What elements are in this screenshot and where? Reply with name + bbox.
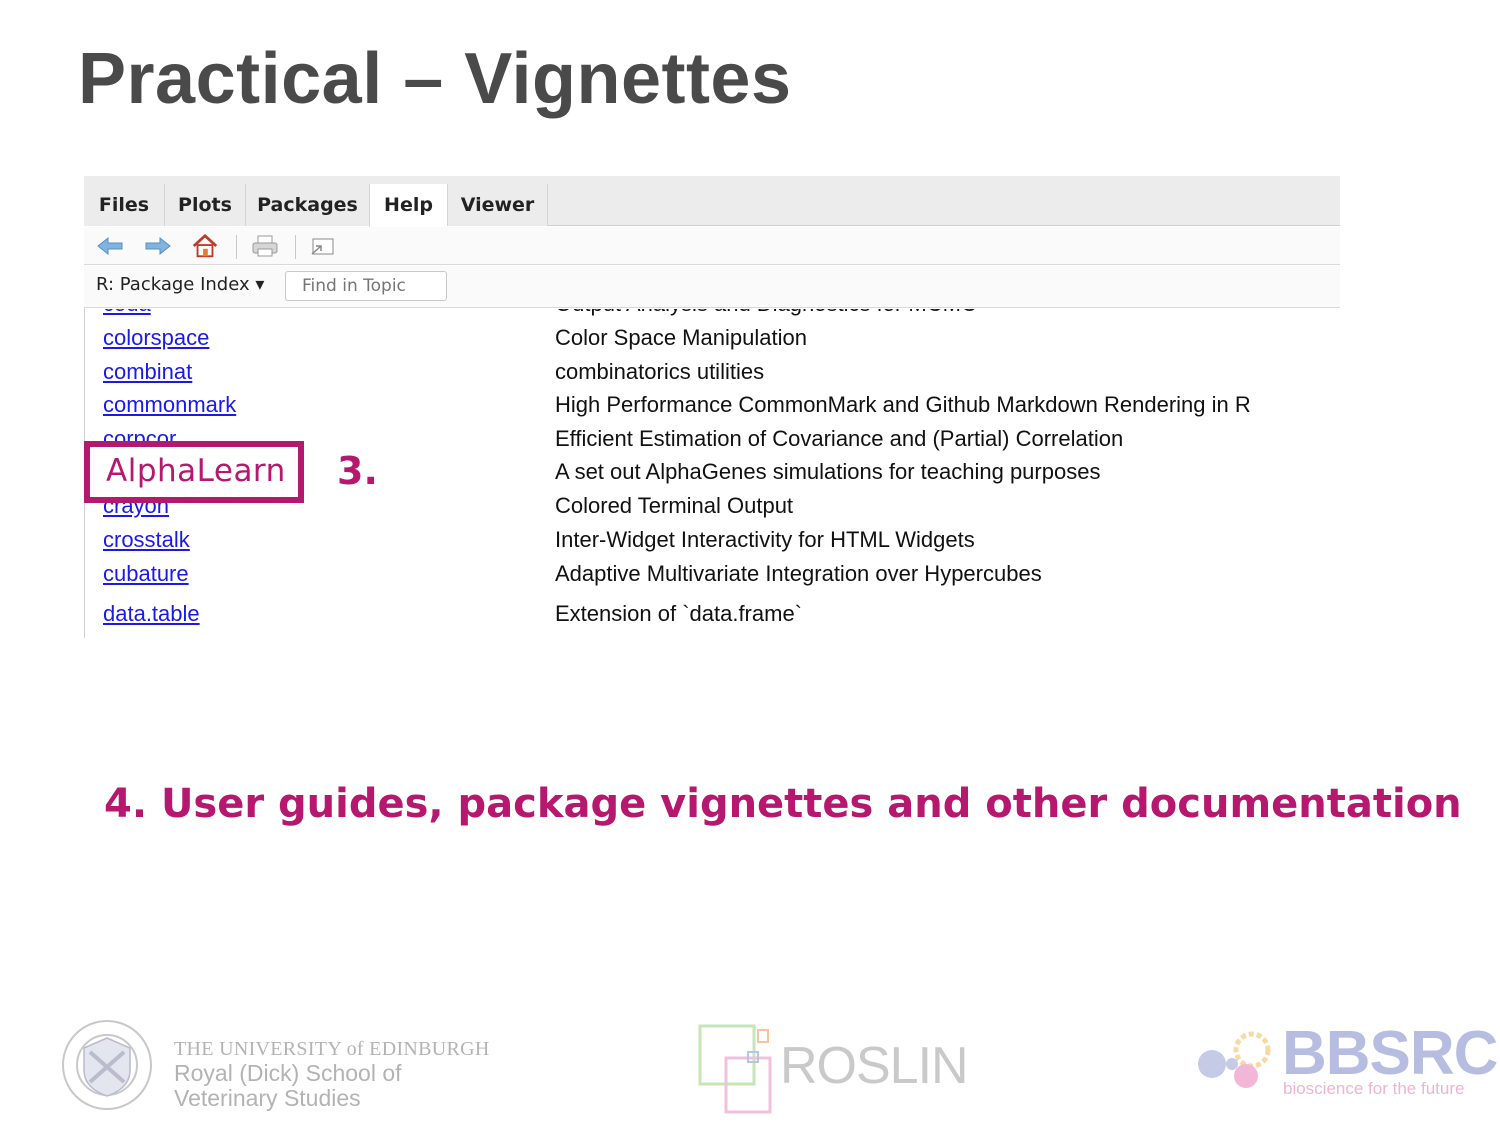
list-item: data.table Extension of `data.frame` <box>84 601 1340 631</box>
package-description: A set out AlphaGenes simulations for tea… <box>555 459 1101 484</box>
package-link[interactable]: data.table <box>103 601 200 627</box>
pane-tab-bar: Files Plots Packages Help Viewer <box>84 176 1340 227</box>
package-description: Extension of `data.frame` <box>555 601 803 626</box>
package-description: High Performance CommonMark and Github M… <box>555 392 1251 417</box>
university-seal-icon <box>62 1020 152 1110</box>
help-pane: Files Plots Packages Help Viewer R: Pack… <box>84 176 1340 638</box>
package-link[interactable]: crosstalk <box>103 527 190 553</box>
find-in-topic-input[interactable] <box>285 271 447 301</box>
package-description: Inter-Widget Interactivity for HTML Widg… <box>555 527 975 552</box>
print-icon[interactable] <box>251 233 279 259</box>
list-item: colorspace Color Space Manipulation <box>84 325 1340 355</box>
package-description: Adaptive Multivariate Integration over H… <box>555 561 1042 586</box>
slide-title: Practical – Vignettes <box>78 39 792 119</box>
package-link[interactable]: combinat <box>103 359 192 385</box>
back-arrow-icon[interactable] <box>96 233 124 259</box>
university-name: THE UNIVERSITY of EDINBURGH <box>174 1038 490 1060</box>
help-toolbar <box>84 227 1340 265</box>
package-link[interactable]: coda <box>103 309 151 317</box>
topic-bar: R: Package Index ▾ <box>84 266 1340 308</box>
alphalearn-highlight-box[interactable]: AlphaLearn <box>84 441 304 503</box>
tab-packages[interactable]: Packages <box>245 184 369 226</box>
home-icon[interactable] <box>191 233 219 259</box>
list-item: commonmark High Performance CommonMark a… <box>84 392 1340 422</box>
list-item: coda Output Analysis and Diagnostics for… <box>84 309 1340 321</box>
forward-arrow-icon[interactable] <box>144 233 172 259</box>
tab-files[interactable]: Files <box>84 184 164 226</box>
step-3-label: 3. <box>337 449 378 493</box>
tab-viewer[interactable]: Viewer <box>447 184 548 226</box>
roslin-wordmark: ROSLIN <box>780 1037 969 1095</box>
package-link[interactable]: colorspace <box>103 325 209 351</box>
tab-plots[interactable]: Plots <box>164 184 245 226</box>
package-description: Color Space Manipulation <box>555 325 807 350</box>
package-description: combinatorics utilities <box>555 359 765 384</box>
list-item: crosstalk Inter-Widget Interactivity for… <box>84 527 1340 557</box>
school-name-line2: Veterinary Studies <box>174 1085 361 1111</box>
school-name-line1: Royal (Dick) School of <box>174 1060 402 1086</box>
package-description: Efficient Estimation of Covariance and (… <box>555 426 1124 451</box>
list-item: cubature Adaptive Multivariate Integrati… <box>84 561 1340 591</box>
package-link[interactable]: commonmark <box>103 392 236 418</box>
list-item: combinat combinatorics utilities <box>84 359 1340 389</box>
package-description: Output Analysis and Diagnostics for MCMC <box>555 309 977 317</box>
tab-help[interactable]: Help <box>369 184 447 227</box>
topic-select[interactable]: R: Package Index ▾ <box>96 274 264 295</box>
package-link[interactable]: cubature <box>103 561 189 587</box>
popout-icon[interactable] <box>309 233 337 259</box>
bbsrc-logo-icon <box>1198 1031 1271 1088</box>
roslin-logo-icon <box>698 1024 772 1114</box>
bbsrc-tagline: bioscience for the future <box>1283 1079 1465 1098</box>
alphalearn-label: AlphaLearn <box>106 453 286 489</box>
package-description: Colored Terminal Output <box>555 493 794 518</box>
step-4-text: 4. User guides, package vignettes and ot… <box>104 781 1462 827</box>
